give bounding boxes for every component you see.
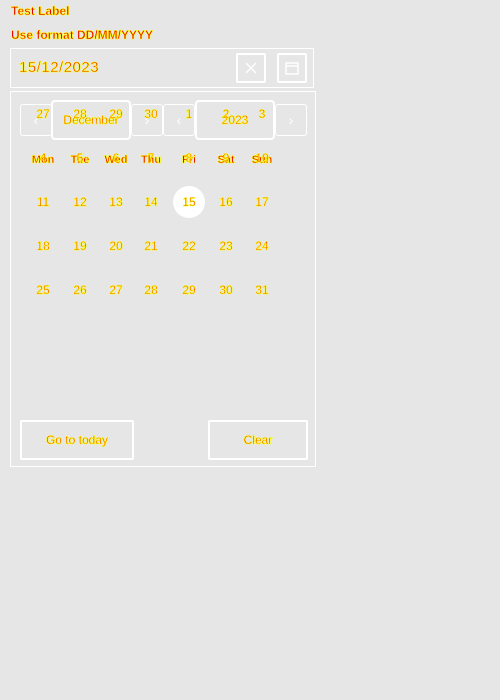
- calendar-day[interactable]: 14: [135, 186, 167, 218]
- calendar-day[interactable]: 19: [64, 230, 96, 262]
- calendar-panel: ‹ December › ‹ 2023 › Mon Tue Wed Thu Fri Sat…: [10, 91, 316, 467]
- calendar-day[interactable]: 28: [64, 98, 96, 130]
- date-input-value[interactable]: 15/12/2023: [19, 59, 99, 77]
- calendar-day[interactable]: 30: [210, 274, 242, 306]
- calendar-day[interactable]: 24: [246, 230, 278, 262]
- calendar-day[interactable]: 26: [64, 274, 96, 306]
- calendar-day[interactable]: 23: [210, 230, 242, 262]
- calendar-day[interactable]: 9: [210, 142, 242, 174]
- calendar-day[interactable]: 20: [100, 230, 132, 262]
- calendar-day[interactable]: 10: [246, 142, 278, 174]
- field-label: Test Label: [11, 4, 70, 19]
- calendar-day[interactable]: 13: [100, 186, 132, 218]
- calendar-day[interactable]: 25: [27, 274, 59, 306]
- calendar-day[interactable]: 2: [210, 98, 242, 130]
- calendar-day[interactable]: 17: [246, 186, 278, 218]
- go-to-today-button[interactable]: Go to today: [20, 420, 134, 460]
- calendar-day[interactable]: 29: [100, 98, 132, 130]
- calendar-day[interactable]: 21: [135, 230, 167, 262]
- calendar-day[interactable]: 29: [173, 274, 205, 306]
- calendar-day[interactable]: 27: [100, 274, 132, 306]
- calendar-day[interactable]: 4: [27, 142, 59, 174]
- calendar-day[interactable]: 3: [246, 98, 278, 130]
- calendar-day[interactable]: 31: [246, 274, 278, 306]
- calendar-day[interactable]: 30: [135, 98, 167, 130]
- calendar-day[interactable]: 7: [135, 142, 167, 174]
- calendar-day[interactable]: 27: [27, 98, 59, 130]
- close-icon: [245, 62, 257, 74]
- open-calendar-button[interactable]: [277, 53, 307, 83]
- format-hint: Use format DD/MM/YYYY: [11, 28, 154, 43]
- clear-date-button[interactable]: [236, 53, 266, 83]
- calendar-day[interactable]: 1: [173, 98, 205, 130]
- next-year-button[interactable]: ›: [275, 104, 307, 136]
- calendar-day[interactable]: 28: [135, 274, 167, 306]
- calendar-day[interactable]: 16: [210, 186, 242, 218]
- clear-button[interactable]: Clear: [208, 420, 308, 460]
- calendar-day[interactable]: 15: [173, 186, 205, 218]
- calendar-day[interactable]: 18: [27, 230, 59, 262]
- calendar-day[interactable]: 12: [64, 186, 96, 218]
- calendar-day[interactable]: 11: [27, 186, 59, 218]
- calendar-day[interactable]: 6: [100, 142, 132, 174]
- calendar-day[interactable]: 5: [64, 142, 96, 174]
- chevron-right-icon: ›: [288, 112, 294, 128]
- calendar-icon: [285, 62, 299, 75]
- calendar-day[interactable]: 22: [173, 230, 205, 262]
- date-input[interactable]: 15/12/2023: [10, 48, 314, 88]
- calendar-day[interactable]: 8: [173, 142, 205, 174]
